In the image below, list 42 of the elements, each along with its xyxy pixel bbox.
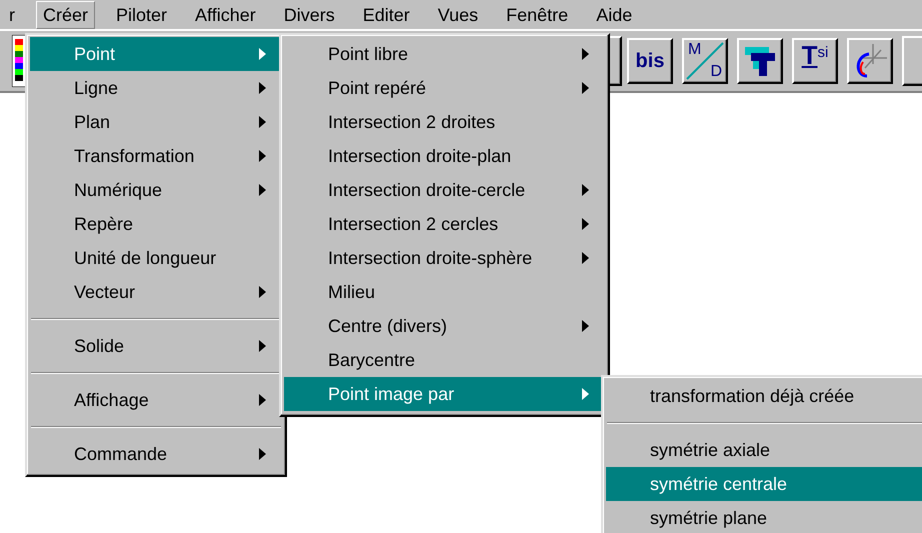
menu-item[interactable]: symétrie axiale [606,433,922,467]
menu-bar-item[interactable]: r [2,0,22,28]
menu-bar-item[interactable]: Fenêtre [499,0,576,28]
menu-bar-item[interactable]: Afficher [188,0,263,28]
menu-bar-item[interactable]: Créer [36,0,96,28]
menu-item[interactable]: Intersection droite-cercle [284,173,605,207]
menu-bar-item[interactable]: Aide [589,0,640,28]
toolbar-button[interactable] [737,38,783,84]
menu-item[interactable]: Ligne [30,71,282,105]
stacked-t-icon [743,44,777,78]
menu-item[interactable]: Plan [30,105,282,139]
menu-item[interactable]: symétrie centrale [606,467,922,501]
menu-item[interactable]: Commande [30,437,282,471]
menu-item[interactable]: Point repéré [284,71,605,105]
menu-item[interactable]: Vecteur [30,275,282,309]
menu-bar-item[interactable]: Vues [430,0,486,28]
color-palette-icon[interactable] [12,35,26,87]
menu-item[interactable]: Solide [30,329,282,363]
toolbar-button[interactable] [847,38,893,84]
menu-item[interactable]: symétrie plane [606,501,922,533]
menu-item[interactable]: Point libre [284,37,605,71]
menu-item[interactable]: Affichage [30,383,282,417]
md-button[interactable]: M D [682,38,728,84]
menu-item[interactable]: Intersection droite-sphère [284,241,605,275]
menu-item[interactable]: Point [30,37,282,71]
menu-item[interactable]: Numérique [30,173,282,207]
toolbar-button[interactable] [902,36,922,86]
menu-item[interactable]: Unité de longueur [30,241,282,275]
menu-item[interactable]: Intersection 2 droites [284,105,605,139]
bis-button[interactable]: bis [627,38,673,84]
menu-bar-item[interactable]: Editer [356,0,417,28]
menu-item[interactable]: Milieu [284,275,605,309]
menu-item[interactable]: Repère [30,207,282,241]
menu-item[interactable]: Barycentre [284,343,605,377]
menu-bar-item[interactable]: Divers [276,0,342,28]
menu-item[interactable]: transformation déjà créée [606,379,922,413]
menu-item[interactable]: Intersection droite-plan [284,139,605,173]
menu-item[interactable]: Transformation [30,139,282,173]
menu-item[interactable]: Centre (divers) [284,309,605,343]
menu-item[interactable]: Intersection 2 cercles [284,207,605,241]
slash-icon [685,41,725,81]
menu-bar-item[interactable]: Piloter [109,0,174,28]
